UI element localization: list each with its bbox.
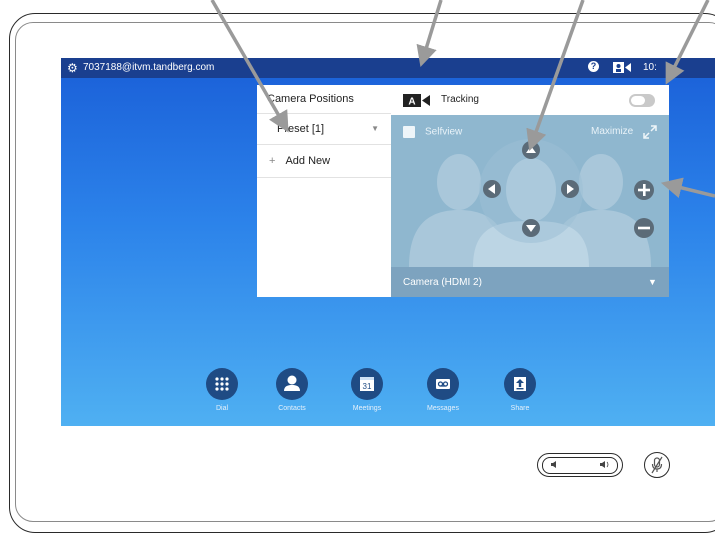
status-bar: ⚙ 7037188@itvm.tandberg.com ? 10:: [61, 58, 715, 78]
person-icon: [276, 368, 308, 400]
camera-positions-panel: Camera Positions Preset [1] ▼ + Add New: [257, 85, 391, 297]
zoom-in-button[interactable]: [634, 180, 654, 200]
meetings-button[interactable]: 31 Meetings: [337, 368, 397, 412]
dock-label-dial: Dial: [215, 405, 229, 412]
calendar-day: 31: [363, 382, 372, 391]
zoom-out-button[interactable]: [634, 218, 654, 238]
camera-source-selector[interactable]: Camera (HDMI 2) ▼: [391, 267, 669, 297]
camera-preview: Selfview Maximize: [391, 115, 669, 267]
chevron-down-icon[interactable]: ▼: [648, 277, 657, 287]
help-icon[interactable]: ?: [588, 61, 599, 72]
voicemail-icon: [427, 368, 459, 400]
touch-screen: ⚙ 7037188@itvm.tandberg.com ? 10: Camera…: [61, 58, 715, 426]
selfview-toggle[interactable]: Selfview: [403, 126, 462, 138]
dial-button[interactable]: Dial: [192, 368, 252, 412]
pan-down-button[interactable]: [522, 219, 540, 237]
camera-icon[interactable]: [613, 62, 631, 73]
clock: 10:: [643, 62, 657, 73]
maximize-label[interactable]: Maximize: [591, 126, 633, 137]
plus-icon: [638, 184, 650, 196]
selfview-checkbox[interactable]: [403, 126, 415, 138]
messages-button[interactable]: Messages: [413, 368, 473, 412]
volume-rocker[interactable]: [537, 453, 623, 477]
dock-label-messages: Messages: [427, 405, 459, 412]
preset-label: Preset [1]: [277, 123, 325, 135]
dock-label-share: Share: [510, 405, 530, 412]
calendar-icon: 31: [351, 368, 383, 400]
selfview-label: Selfview: [425, 126, 463, 138]
plus-icon: +: [269, 155, 276, 167]
tracking-badge-letter: A: [408, 97, 415, 108]
arrow-left-icon: [488, 184, 495, 194]
tracking-camera-icon: A: [403, 94, 430, 107]
microphone-mute-button[interactable]: [644, 452, 670, 478]
tracking-label: Tracking: [441, 94, 479, 105]
toggle-knob: [631, 96, 645, 105]
expand-icon[interactable]: [643, 125, 657, 139]
upload-icon: [504, 368, 536, 400]
account-address[interactable]: 7037188@itvm.tandberg.com: [83, 62, 214, 73]
add-new-preset-button[interactable]: + Add New: [257, 145, 391, 178]
settings-gear-icon[interactable]: ⚙: [67, 61, 78, 75]
dock-label-meetings: Meetings: [352, 405, 382, 412]
preset-item[interactable]: Preset [1] ▼: [257, 114, 391, 145]
tracking-row: A Tracking: [391, 85, 669, 115]
add-new-label: Add New: [285, 155, 331, 167]
camera-positions-title: Camera Positions: [257, 85, 391, 114]
camera-control-panel: A Tracking Selfview Maximize Camera (HDM…: [391, 85, 669, 297]
dial-pad-icon: [206, 368, 238, 400]
pan-up-button[interactable]: [522, 141, 540, 159]
pan-left-button[interactable]: [483, 180, 501, 198]
share-button[interactable]: Share: [490, 368, 550, 412]
volume-down-icon: [551, 461, 556, 468]
arrow-right-icon: [567, 184, 574, 194]
chevron-down-icon[interactable]: ▼: [371, 114, 379, 144]
volume-up-icon: [600, 461, 609, 468]
camera-source-label: Camera (HDMI 2): [403, 277, 482, 288]
arrow-down-icon: [526, 225, 536, 232]
pan-right-button[interactable]: [561, 180, 579, 198]
contacts-button[interactable]: Contacts: [262, 368, 322, 412]
dock-label-contacts: Contacts: [278, 405, 306, 412]
microphone-muted-icon: [651, 456, 663, 474]
minus-icon: [638, 226, 650, 230]
tracking-toggle[interactable]: [629, 94, 655, 107]
arrow-up-icon: [526, 146, 536, 153]
